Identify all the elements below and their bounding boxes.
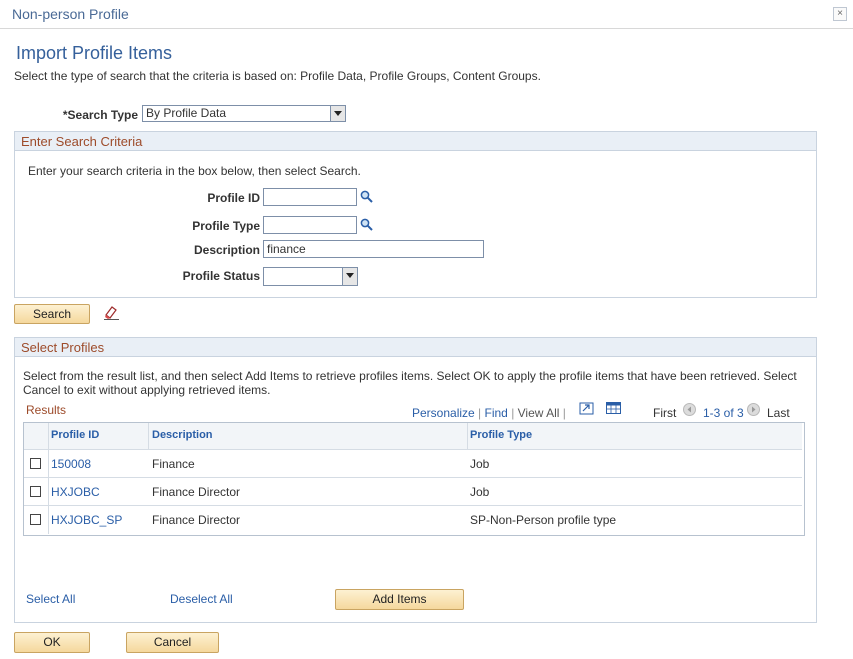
search-button[interactable]: Search (14, 304, 90, 324)
page-instructions: Select the type of search that the crite… (14, 69, 541, 83)
window-title: Non-person Profile (12, 6, 129, 22)
column-header-profile-id[interactable]: Profile ID (51, 429, 99, 441)
row-select-checkbox[interactable] (30, 458, 41, 469)
search-type-label: *Search Type (62, 108, 138, 122)
description-input[interactable]: finance (263, 240, 484, 258)
select-profiles-instructions: Select from the result list, and then se… (23, 369, 797, 397)
close-icon[interactable]: × (833, 7, 847, 21)
column-divider (148, 423, 149, 449)
profile-id-link[interactable]: 150008 (51, 457, 91, 471)
select-profiles-header: Select Profiles (15, 338, 816, 357)
previous-arrow-icon[interactable] (683, 403, 696, 416)
profile-status-select[interactable] (263, 267, 358, 286)
column-header-profile-type[interactable]: Profile Type (470, 429, 532, 441)
cancel-button[interactable]: Cancel (126, 632, 219, 653)
row-select-checkbox[interactable] (30, 486, 41, 497)
row-description: Finance (152, 457, 195, 471)
chevron-down-icon (342, 268, 357, 285)
results-title: Results (26, 403, 67, 417)
personalize-link[interactable]: Personalize (412, 406, 475, 420)
search-criteria-instructions: Enter your search criteria in the box be… (28, 164, 361, 178)
row-profile-type: Job (470, 485, 490, 499)
profile-status-label: Profile Status (182, 269, 260, 283)
grid-toolbar: Personalize | Find | View All | (412, 406, 566, 420)
search-type-value: By Profile Data (146, 106, 227, 120)
chevron-down-icon (330, 106, 345, 121)
table-row (24, 477, 802, 506)
search-criteria-group: Enter Search Criteria (14, 131, 817, 298)
row-select-checkbox[interactable] (30, 514, 41, 525)
find-link[interactable]: Find (485, 406, 508, 420)
profile-id-link[interactable]: HXJOBC_SP (51, 513, 122, 527)
page-title: Import Profile Items (16, 43, 173, 63)
row-profile-type: SP-Non-Person profile type (470, 513, 617, 527)
results-grid-header (24, 423, 802, 450)
profile-type-input[interactable] (263, 216, 357, 234)
download-to-spreadsheet-icon[interactable] (579, 402, 594, 415)
column-divider (467, 423, 468, 449)
search-criteria-header: Enter Search Criteria (15, 132, 816, 151)
row-description: Finance Director (152, 513, 241, 527)
search-type-select[interactable]: By Profile Data (142, 105, 346, 122)
profile-id-label: Profile ID (207, 191, 260, 205)
profile-type-label: Profile Type (192, 219, 260, 233)
add-items-button[interactable]: Add Items (335, 589, 464, 610)
next-arrow-icon[interactable] (747, 403, 760, 416)
magnifier-icon[interactable] (360, 190, 373, 203)
eraser-icon[interactable] (103, 304, 120, 320)
zoom-grid-icon[interactable] (606, 402, 621, 414)
first-label: First (653, 406, 677, 420)
row-description: Finance Director (152, 485, 241, 499)
magnifier-icon[interactable] (360, 218, 373, 231)
table-row (24, 449, 802, 478)
table-row (24, 505, 802, 533)
description-label: Description (193, 243, 260, 257)
profile-id-input[interactable] (263, 188, 357, 206)
row-profile-type: Job (470, 457, 490, 471)
column-header-description[interactable]: Description (152, 429, 213, 441)
last-label: Last (767, 406, 790, 420)
deselect-all-link[interactable]: Deselect All (170, 592, 233, 606)
profile-id-link[interactable]: HXJOBC (51, 485, 100, 499)
view-all-link[interactable]: View All (518, 406, 560, 420)
page-range: 1-3 of 3 (703, 406, 744, 420)
ok-button[interactable]: OK (14, 632, 90, 653)
select-all-link[interactable]: Select All (26, 592, 75, 606)
